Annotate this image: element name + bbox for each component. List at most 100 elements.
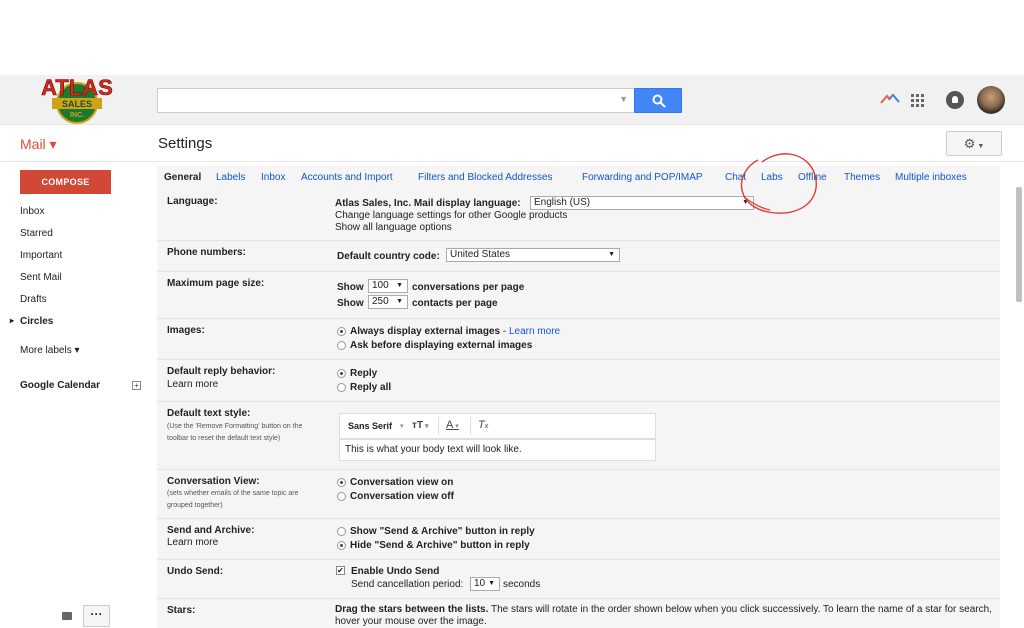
divider [157, 598, 1000, 599]
hide-send-archive-radio[interactable] [337, 541, 346, 550]
always-display-images-option: Always display external images - Learn m… [350, 326, 561, 337]
search-input[interactable]: ▼ [157, 88, 635, 113]
hangouts-icon[interactable] [880, 93, 900, 105]
tab-labs[interactable]: Labs [761, 172, 783, 183]
settings-gear-button[interactable]: ⚙ ▼ [946, 131, 1002, 156]
remove-formatting-icon[interactable]: Tx [478, 419, 488, 431]
svg-text:ATLAS: ATLAS [41, 76, 113, 100]
text-style-label: Default text style: [167, 408, 251, 419]
scrollbar[interactable] [1016, 187, 1022, 302]
toolbar-divider [438, 417, 439, 435]
ask-before-images-radio[interactable] [337, 341, 346, 350]
divider [157, 559, 1000, 560]
divider [157, 518, 1000, 519]
svg-text:INC.: INC. [70, 112, 84, 119]
conversation-view-hint: (sets whether emails of the same topic a… [167, 490, 299, 509]
enable-undo-send-option: Enable Undo Send [351, 566, 440, 577]
conversation-on-radio[interactable] [337, 478, 346, 487]
add-calendar-icon[interactable]: + [132, 381, 141, 390]
apps-grid-icon[interactable] [911, 94, 925, 108]
mail-switcher[interactable]: Mail ▾ [20, 136, 57, 153]
contacts-per-page-select[interactable]: 250 [368, 295, 408, 309]
divider [157, 271, 1000, 272]
expand-arrow-icon[interactable]: ▸ [10, 316, 14, 325]
gear-icon: ⚙ [963, 136, 976, 151]
reply-all-option: Reply all [350, 382, 392, 393]
send-archive-learn-more-link[interactable]: Learn more [167, 537, 218, 548]
more-options-button[interactable]: ··· [83, 605, 110, 627]
country-code-prompt: Default country code: [337, 251, 440, 262]
reply-all-radio[interactable] [337, 383, 346, 392]
sidebar-item-important[interactable]: Important [20, 250, 62, 261]
font-size-icon[interactable]: ᴛT ▾ [412, 420, 428, 431]
toolbar-divider [470, 417, 471, 435]
tab-accounts-import[interactable]: Accounts and Import [301, 172, 393, 183]
font-family-select[interactable]: Sans Serif [348, 421, 392, 431]
conversation-off-option: Conversation view off [350, 491, 454, 502]
tab-filters[interactable]: Filters and Blocked Addresses [418, 172, 553, 183]
show-label: Show [337, 298, 364, 309]
conversations-per-page-select[interactable]: 100 [368, 279, 408, 293]
conversation-view-label: Conversation View: [167, 476, 260, 487]
cancellation-period-select[interactable]: 10 [470, 577, 500, 591]
search-options-icon[interactable]: ▼ [619, 94, 628, 104]
tab-multiple-inboxes[interactable]: Multiple inboxes [895, 172, 967, 183]
sidebar-item-circles[interactable]: ▸ Circles [10, 316, 53, 327]
sidebar-item-inbox[interactable]: Inbox [20, 206, 44, 217]
page-title: Settings [158, 135, 213, 152]
search-button[interactable] [634, 88, 682, 113]
language-label: Language: [167, 196, 218, 207]
text-style-hint: (Use the 'Remove Formatting' button on t… [167, 423, 303, 442]
tab-themes[interactable]: Themes [844, 172, 880, 183]
reply-radio[interactable] [337, 369, 346, 378]
chat-icon[interactable] [62, 612, 72, 620]
show-label: Show [337, 282, 364, 293]
conversation-off-radio[interactable] [337, 492, 346, 501]
sidebar-item-sent-mail[interactable]: Sent Mail [20, 272, 62, 283]
divider [157, 240, 1000, 241]
contacts-per-page-label: contacts per page [412, 298, 498, 309]
tab-offline[interactable]: Offline [798, 172, 827, 183]
undo-send-label: Undo Send: [167, 566, 224, 577]
notifications-icon[interactable] [946, 91, 964, 109]
tab-forwarding[interactable]: Forwarding and POP/IMAP [582, 172, 703, 183]
text-color-icon[interactable]: A ▾ [446, 419, 459, 431]
sidebar-item-starred[interactable]: Starred [20, 228, 53, 239]
tab-chat[interactable]: Chat [725, 172, 746, 183]
stars-description: Drag the stars between the lists. The st… [335, 604, 992, 627]
always-display-images-radio[interactable] [337, 327, 346, 336]
compose-button[interactable]: COMPOSE [20, 170, 111, 194]
change-language-link[interactable]: Change language settings for other Googl… [335, 210, 567, 221]
account-avatar[interactable] [977, 86, 1005, 114]
divider [157, 318, 1000, 319]
reply-option: Reply [350, 368, 378, 379]
svg-text:SALES: SALES [62, 99, 92, 109]
body-text-preview: This is what your body text will look li… [339, 439, 656, 461]
show-language-options-link[interactable]: Show all language options [335, 222, 452, 233]
show-send-archive-radio[interactable] [337, 527, 346, 536]
enable-undo-send-checkbox[interactable]: ✔ [336, 566, 345, 575]
tab-general[interactable]: General [164, 172, 201, 183]
images-learn-more-link[interactable]: Learn more [509, 326, 560, 337]
google-calendar-label[interactable]: Google Calendar [20, 380, 100, 391]
display-language-select[interactable]: English (US) [530, 196, 754, 210]
divider [157, 401, 1000, 402]
reply-learn-more-link[interactable]: Learn more [167, 379, 218, 390]
sidebar-item-drafts[interactable]: Drafts [20, 294, 47, 305]
phone-numbers-label: Phone numbers: [167, 247, 246, 258]
tab-inbox[interactable]: Inbox [261, 172, 285, 183]
conversation-on-option: Conversation view on [350, 477, 454, 488]
divider [157, 359, 1000, 360]
stars-label: Stars: [167, 605, 196, 616]
search-icon [652, 94, 666, 108]
tab-labels[interactable]: Labels [216, 172, 245, 183]
atlas-sales-logo[interactable]: ATLAS SALES INC. [30, 75, 125, 126]
country-code-select[interactable]: United States [446, 248, 620, 262]
divider [157, 469, 1000, 470]
more-labels-link[interactable]: More labels ▾ [20, 345, 80, 356]
send-archive-label: Send and Archive: [167, 525, 255, 536]
display-language-prompt: Atlas Sales, Inc. Mail display language: [335, 198, 521, 209]
reply-behavior-label: Default reply behavior: [167, 366, 276, 377]
conversations-per-page-label: conversations per page [412, 282, 525, 293]
page-size-label: Maximum page size: [167, 278, 265, 289]
